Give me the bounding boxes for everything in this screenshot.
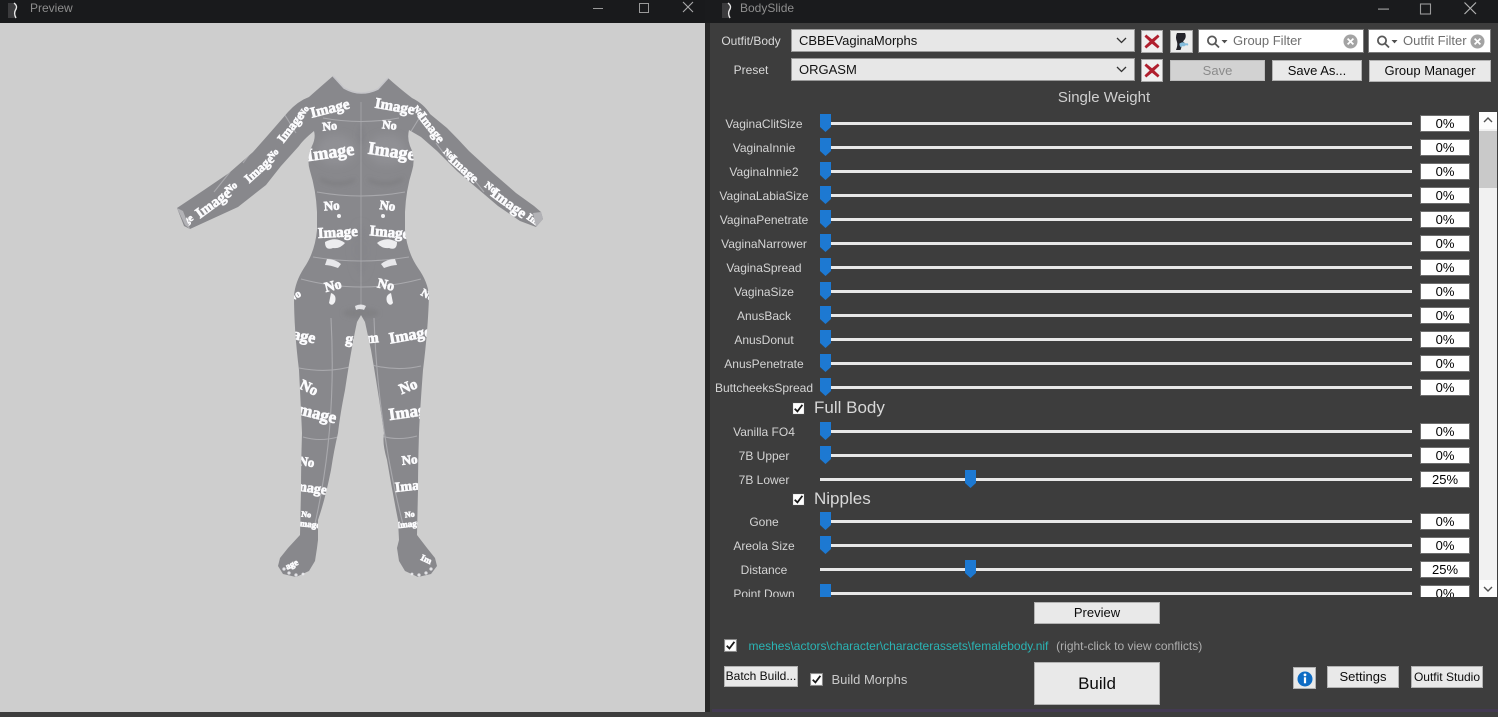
svg-text:ge: ge	[344, 331, 361, 349]
svg-text:Image: Image	[396, 518, 421, 530]
svg-text:Im: Im	[360, 330, 380, 348]
svg-text:Image: Image	[394, 477, 433, 496]
svg-text:No: No	[322, 118, 338, 133]
svg-text:Image: Image	[317, 224, 358, 242]
svg-text:No: No	[381, 117, 397, 132]
svg-text:No: No	[323, 197, 340, 213]
svg-text:No: No	[379, 197, 397, 214]
svg-text:No: No	[401, 451, 418, 468]
svg-text:Image: Image	[296, 518, 321, 530]
svg-text:age: age	[291, 326, 317, 347]
svg-text:No: No	[298, 453, 316, 470]
